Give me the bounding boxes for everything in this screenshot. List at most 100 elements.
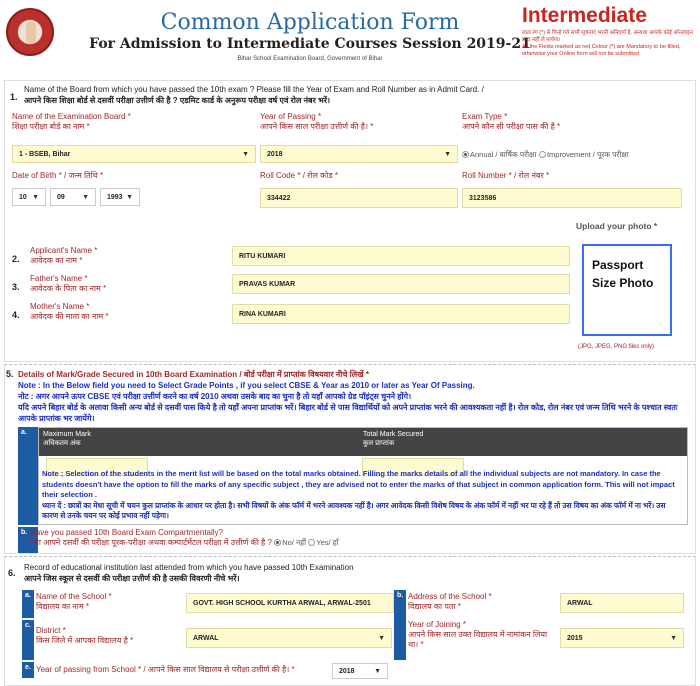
district-value: ARWAL bbox=[193, 634, 219, 642]
label-en: Year of Joining * bbox=[408, 620, 466, 629]
school-address-value: ARWAL bbox=[567, 599, 593, 607]
compartment-question-en: Have you passed 10th Board Exam Compartm… bbox=[30, 528, 223, 537]
label-hi: आवेदक का नाम * bbox=[30, 256, 83, 265]
dob-label: Date of Birth * / जन्म तिथि * bbox=[12, 171, 104, 180]
year-of-passing-select[interactable]: 2018 ▼ bbox=[260, 145, 458, 163]
exam-type-improvement-radio[interactable] bbox=[538, 151, 546, 159]
chevron-down-icon: ▼ bbox=[32, 193, 39, 201]
question-english: Name of the Board from which you have pa… bbox=[24, 85, 484, 94]
district-select[interactable]: ARWAL ▼ bbox=[186, 628, 392, 648]
district-label: District * किस जिले में आपका विद्यालय है… bbox=[36, 626, 133, 646]
section6-header: Record of educational institution last a… bbox=[24, 562, 684, 584]
header-en: Maximum Mark bbox=[43, 431, 91, 438]
label-hi: विद्यालय का नाम * bbox=[36, 602, 89, 611]
dob-day-select[interactable]: 10 ▼ bbox=[12, 188, 46, 206]
label-en: Name of the School * bbox=[36, 592, 112, 601]
sub-section-tab-b: b. bbox=[394, 590, 406, 660]
applicant-name-input[interactable]: RITU KUMARI bbox=[232, 246, 570, 266]
label-hi: किस जिले में आपका विद्यालय है * bbox=[36, 636, 134, 645]
compartment-yes-radio[interactable] bbox=[308, 539, 316, 547]
school-name-input[interactable]: GOVT. HIGH SCHOOL KURTHA ARWAL, ARWAL-25… bbox=[186, 593, 394, 613]
year-joining-select[interactable]: 2015 ▼ bbox=[560, 628, 684, 648]
school-address-input[interactable]: ARWAL bbox=[560, 593, 684, 613]
chevron-down-icon: ▼ bbox=[126, 193, 133, 201]
roll-number-input[interactable]: 3123586 bbox=[462, 188, 682, 208]
roll-number-value: 3123586 bbox=[469, 194, 497, 202]
school-name-value: GOVT. HIGH SCHOOL KURTHA ARWAL, ARWAL-25… bbox=[193, 599, 371, 607]
label-hi: आवेदक की माता का नाम * bbox=[30, 312, 109, 321]
header-hi: कुल प्राप्तांक bbox=[363, 440, 395, 447]
section-number: 1. bbox=[10, 92, 18, 102]
section6-title-en: Record of educational institution last a… bbox=[24, 563, 354, 572]
dob-year-value: 1993 bbox=[107, 193, 123, 201]
section-number: 4. bbox=[12, 310, 20, 320]
radio-label: Annual / वार्षिक परीक्षा bbox=[470, 150, 537, 159]
grade-note-hi: नोट : अगर आपने ऊपर CBSE एवं परीक्षा उत्त… bbox=[18, 392, 412, 401]
section6-title-hi: आपने जिस स्कूल से दसवीं की परीक्षा उत्ती… bbox=[24, 574, 240, 583]
label-hi: आवेदक के पिता का नाम * bbox=[30, 284, 107, 293]
mandatory-note-english: All the Fields marked as red Colour (*) … bbox=[522, 44, 681, 57]
label-en: Exam Type * bbox=[462, 112, 508, 121]
label-hi: आपने किस साल उक्त विद्यालय में नामांकन ल… bbox=[408, 630, 548, 649]
upload-photo-label: Upload your photo * bbox=[576, 221, 658, 231]
photo-upload-box[interactable]: Passport Size Photo bbox=[582, 244, 672, 336]
year-select-value: 2018 bbox=[267, 150, 283, 158]
chevron-down-icon: ▼ bbox=[444, 150, 451, 158]
chevron-down-icon: ▼ bbox=[378, 634, 385, 642]
label-en: Name of the Examination Board * bbox=[12, 112, 131, 121]
sub-section-tab-a: a. bbox=[18, 427, 38, 525]
compartment-no-radio[interactable] bbox=[274, 539, 282, 547]
year-joining-value: 2015 bbox=[567, 634, 583, 642]
dob-month-select[interactable]: 09 ▼ bbox=[50, 188, 96, 206]
sub-section-tab-a: a. bbox=[22, 590, 34, 618]
father-name-label: Father's Name * आवेदक के पिता का नाम * bbox=[30, 274, 106, 294]
dob-year-select[interactable]: 1993 ▼ bbox=[100, 188, 140, 206]
year-label: Year of Passing * आपने किस साल परीक्षा उ… bbox=[260, 112, 373, 132]
label-en: Father's Name * bbox=[30, 274, 88, 283]
mandatory-note-hindi: लाल रंग (*) से चिन्हे गये सभी सूचनाएं भर… bbox=[522, 30, 693, 43]
sub-section-tab-e: e. bbox=[22, 662, 34, 678]
dob-month-value: 09 bbox=[57, 193, 65, 201]
label-en: Year of Passing * bbox=[260, 112, 322, 121]
section1-question: Name of the Board from which you have pa… bbox=[24, 84, 684, 106]
chevron-down-icon: ▼ bbox=[670, 634, 677, 642]
compartment-row: क्या आपने दसवीं की परीक्षा पूरक-परीक्षा … bbox=[30, 538, 670, 548]
roll-number-label: Roll Number * / रोल नंबर * bbox=[462, 171, 550, 180]
radio-label: Improvement / पूरक परीक्षा bbox=[546, 150, 629, 159]
selection-note: Note ; Selection of the students in the … bbox=[42, 469, 682, 522]
year-passing-value: 2018 bbox=[339, 667, 355, 675]
section-number: 6. bbox=[8, 568, 16, 578]
selection-note-hi: ध्यान दें : छात्रों का मेधा सूची में चयन… bbox=[42, 500, 666, 521]
marks-table-header: Maximum Mark अधिकतम अंक Total Mark Secur… bbox=[39, 428, 687, 456]
roll-code-input[interactable]: 334422 bbox=[260, 188, 458, 208]
mother-name-input[interactable]: RINA KUMARI bbox=[232, 304, 570, 324]
radio-label: No/ नहीं bbox=[282, 538, 307, 547]
year-passing-label: Year of passing from School * / आपने किस… bbox=[36, 665, 295, 674]
father-name-value: PRAVAS KUMAR bbox=[239, 280, 296, 288]
label-hi: विद्यालय का पता * bbox=[408, 602, 461, 611]
photo-file-types: (JPG, JPEG, PNG files only) bbox=[578, 344, 655, 350]
year-passing-select[interactable]: 2018 ▼ bbox=[332, 663, 388, 679]
max-mark-header: Maximum Mark अधिकतम अंक bbox=[43, 430, 363, 454]
roll-code-value: 334422 bbox=[267, 194, 291, 202]
board-select[interactable]: 1 - BSEB, Bihar ▼ bbox=[12, 145, 256, 163]
label-en: Address of the School * bbox=[408, 592, 492, 601]
compartment-question-hi: क्या आपने दसवीं की परीक्षा पूरक-परीक्षा … bbox=[30, 538, 272, 547]
total-mark-header: Total Mark Secured कुल प्राप्तांक bbox=[363, 430, 423, 454]
school-name-label: Name of the School * विद्यालय का नाम * bbox=[36, 592, 112, 612]
father-name-input[interactable]: PRAVAS KUMAR bbox=[232, 274, 570, 294]
sub-section-tab-c: c. bbox=[22, 620, 34, 660]
selection-note-en: Note ; Selection of the students in the … bbox=[42, 469, 675, 499]
section5-title-en: Details of Mark/Grade Secured in 10th Bo… bbox=[18, 370, 242, 379]
school-address-label: Address of the School * विद्यालय का पता … bbox=[408, 592, 492, 612]
section5-title-hi: बोर्ड परीक्षा में प्राप्तांक विषयवार नीच… bbox=[243, 370, 370, 379]
mandatory-note: लाल रंग (*) से चिन्हे गये सभी सूचनाएं भर… bbox=[522, 30, 697, 58]
exam-type-annual-radio[interactable] bbox=[462, 151, 469, 159]
intermediate-badge: Intermediate bbox=[522, 4, 647, 27]
label-en: Applicant's Name * bbox=[30, 246, 98, 255]
label-en: Mother's Name * bbox=[30, 302, 90, 311]
applicant-name-label: Applicant's Name * आवेदक का नाम * bbox=[30, 246, 97, 266]
board-select-value: 1 - BSEB, Bihar bbox=[19, 150, 71, 158]
grade-note-en: Note : In the Below field you need to Se… bbox=[18, 381, 475, 390]
section-number: 2. bbox=[12, 254, 20, 264]
